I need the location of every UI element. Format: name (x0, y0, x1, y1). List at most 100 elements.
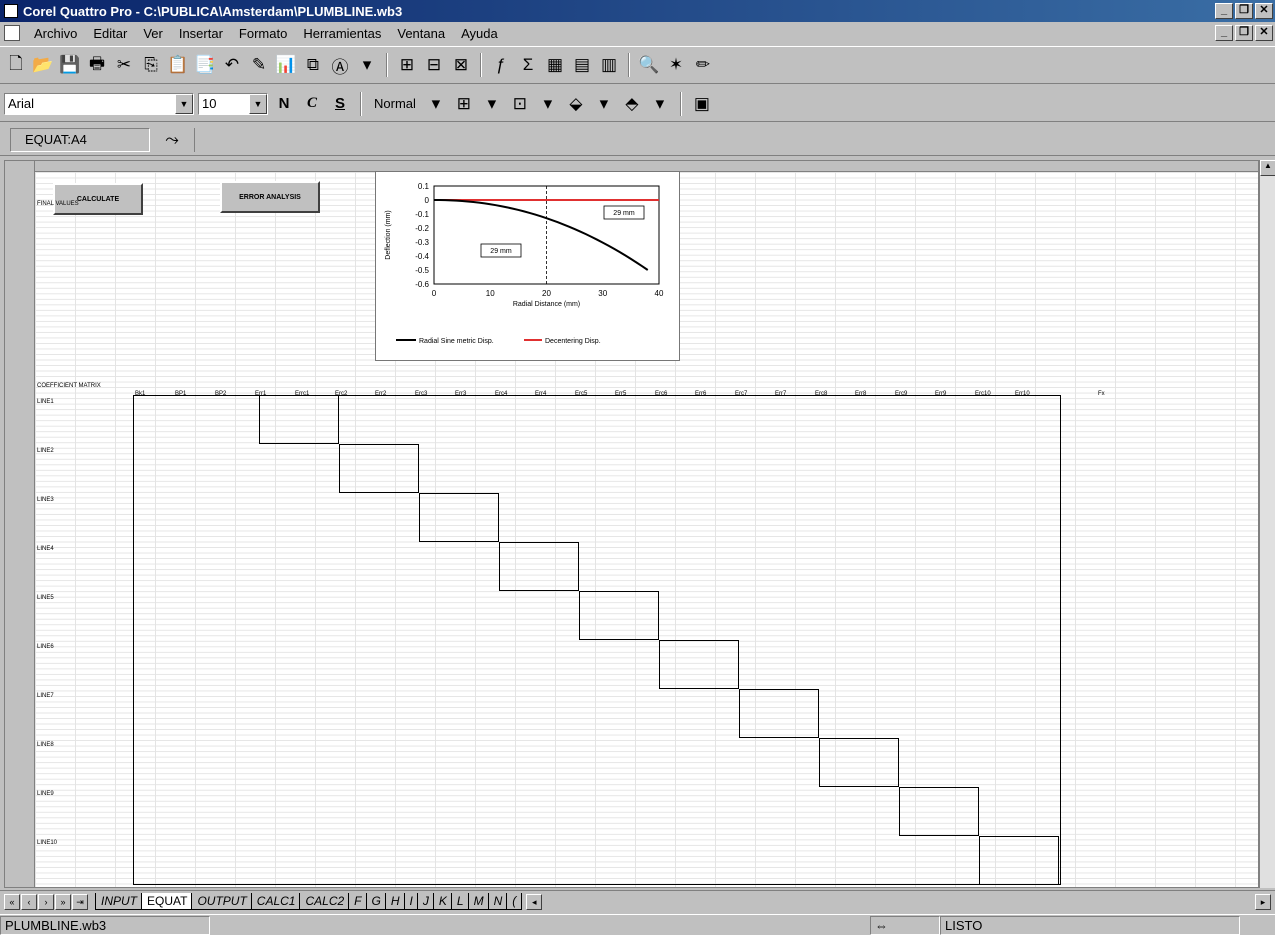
doc-minimize-button[interactable]: _ (1215, 25, 1233, 41)
prev-sheet-icon[interactable]: ‹ (21, 893, 37, 910)
zoom-icon[interactable]: 🔍 (637, 53, 661, 77)
dropdown-arrow-icon[interactable]: ▾ (355, 53, 379, 77)
text-color-dropdown-icon[interactable]: ▾ (648, 92, 672, 116)
pen-icon[interactable]: ✏ (691, 53, 715, 77)
tab-n[interactable]: N (487, 893, 509, 910)
menu-herramientas[interactable]: Herramientas (295, 26, 389, 41)
tab-calc2[interactable]: CALC2 (299, 893, 351, 910)
menu-insertar[interactable]: Insertar (171, 26, 231, 41)
status-indicator-icon: ⇔ (870, 915, 940, 935)
print-icon[interactable]: 🖶 (85, 53, 109, 77)
deflection-chart[interactable]: 0.1 0 -0.1 -0.2 -0.3 -0.4 -0.5 -0.6 0 10 20 30 40 Def… (375, 171, 680, 361)
first-sheet-icon[interactable]: « (4, 893, 20, 910)
menu-ver[interactable]: Ver (135, 26, 171, 41)
next-sheet-icon[interactable]: › (38, 893, 54, 910)
text-color-icon[interactable]: ⬘ (620, 92, 644, 116)
insert-object-icon[interactable]: ⧉ (301, 53, 325, 77)
align-icon[interactable]: ⊞ (452, 92, 476, 116)
hscroll-right-icon[interactable]: ▸ (1255, 893, 1271, 910)
text-box-icon[interactable]: Ⓐ (328, 53, 352, 77)
help-icon[interactable]: ✶ (664, 53, 688, 77)
tab-scroll-icon[interactable]: ◂ (526, 893, 543, 910)
style-combo[interactable]: Normal (370, 96, 420, 111)
cell-reference-box[interactable]: EQUAT:A4 (10, 127, 150, 152)
close-button[interactable]: ✕ (1255, 3, 1273, 19)
fit-icon[interactable]: ⊠ (449, 53, 473, 77)
menu-ventana[interactable]: Ventana (389, 26, 453, 41)
border-icon[interactable]: ⊡ (508, 92, 532, 116)
calculate-button[interactable]: CALCULATE (53, 183, 143, 215)
scroll-up-icon[interactable]: ▲ (1260, 160, 1275, 176)
bold-button[interactable]: N (272, 92, 296, 116)
function-icon[interactable]: ƒ (489, 53, 513, 77)
document-icon[interactable] (4, 25, 20, 41)
copy-icon[interactable]: ⎘ (139, 53, 163, 77)
doc-close-button[interactable]: ✕ (1255, 25, 1273, 41)
new-icon[interactable]: 🗋 (4, 53, 28, 77)
tab-equat[interactable]: EQUAT (141, 893, 194, 910)
font-dropdown-arrow-icon[interactable]: ▼ (175, 93, 193, 114)
open-icon[interactable]: 📂 (31, 53, 55, 77)
size-dropdown-arrow-icon[interactable]: ▼ (249, 93, 267, 114)
tab-calc1[interactable]: CALC1 (250, 893, 302, 910)
delete-icon[interactable]: ⊟ (422, 53, 446, 77)
fill-dropdown-icon[interactable]: ▾ (592, 92, 616, 116)
italic-button[interactable]: C (300, 92, 324, 116)
doc-restore-button[interactable]: ❐ (1235, 25, 1253, 41)
window-title: Corel Quattro Pro - C:\PUBLICA\Amsterdam… (23, 3, 403, 19)
size-combo[interactable]: 10 ▼ (198, 92, 268, 115)
matrix-block (739, 689, 819, 738)
align-dropdown-icon[interactable]: ▾ (480, 92, 504, 116)
menu-editar[interactable]: Editar (85, 26, 135, 41)
tab-more[interactable]: ( (506, 893, 523, 910)
style-dropdown-icon[interactable]: ▾ (424, 92, 448, 116)
spreadsheet-grid[interactable]: CALCULATE ERROR ANALYSIS FINAL VALUES CO… (4, 160, 1259, 888)
chart-gallery-icon[interactable]: ▦ (543, 53, 567, 77)
app-window: Corel Quattro Pro - C:\PUBLICA\Amsterdam… (0, 0, 1275, 935)
paste-special-icon[interactable]: 📑 (193, 53, 217, 77)
menu-ayuda[interactable]: Ayuda (453, 26, 506, 41)
y-tick-label: -0.4 (415, 252, 429, 261)
tab-g[interactable]: G (365, 893, 387, 910)
speed-format-icon[interactable]: ▣ (690, 92, 714, 116)
menu-formato[interactable]: Formato (231, 26, 295, 41)
tab-output[interactable]: OUTPUT (191, 893, 253, 910)
restore-button[interactable]: ❐ (1235, 3, 1253, 19)
navigate-icon[interactable]: ⤳ (160, 128, 184, 152)
chart-icon[interactable]: 📊 (274, 53, 298, 77)
minimize-button[interactable]: _ (1215, 3, 1233, 19)
coefficient-matrix-label: COEFFICIENT MATRIX (37, 383, 101, 389)
tab-m[interactable]: M (467, 893, 490, 910)
columns-icon[interactable]: ▥ (597, 53, 621, 77)
y-tick-label: -0.1 (415, 210, 429, 219)
menu-archivo[interactable]: Archivo (26, 26, 85, 41)
last-sheet-icon[interactable]: » (55, 893, 71, 910)
error-analysis-button[interactable]: ERROR ANALYSIS (220, 181, 320, 213)
expert-icon[interactable]: ✎ (247, 53, 271, 77)
paste-icon[interactable]: 📋 (166, 53, 190, 77)
app-icon (4, 4, 18, 18)
insert-icon[interactable]: ⊞ (395, 53, 419, 77)
sum-icon[interactable]: Σ (516, 53, 540, 77)
vertical-scrollbar[interactable]: ▲ (1259, 160, 1275, 888)
tab-k[interactable]: K (432, 893, 453, 910)
undo-icon[interactable]: ↶ (220, 53, 244, 77)
legend-label-decentering: Decentering Disp. (545, 338, 601, 345)
formula-input[interactable] (194, 127, 1265, 152)
border-dropdown-icon[interactable]: ▾ (536, 92, 560, 116)
row-label-line5: LINE5 (37, 595, 54, 601)
row-label-line10: LINE10 (37, 840, 58, 846)
tab-input[interactable]: INPUT (95, 893, 143, 910)
row-label-line3: LINE3 (37, 497, 54, 503)
goto-end-icon[interactable]: ⇥ (72, 893, 88, 910)
matrix-block (979, 836, 1059, 885)
table-icon[interactable]: ▤ (570, 53, 594, 77)
row-label-line9: LINE9 (37, 791, 54, 797)
cut-icon[interactable]: ✂ (112, 53, 136, 77)
format-toolbar: Arial ▼ 10 ▼ N C S Normal ▾ ⊞ ▾ ⊡ ▾ ⬙ ▾ … (0, 86, 1275, 122)
fill-color-icon[interactable]: ⬙ (564, 92, 588, 116)
font-combo[interactable]: Arial ▼ (4, 92, 194, 115)
save-icon[interactable]: 💾 (58, 53, 82, 77)
tab-h[interactable]: H (384, 893, 406, 910)
underline-button[interactable]: S (328, 92, 352, 116)
